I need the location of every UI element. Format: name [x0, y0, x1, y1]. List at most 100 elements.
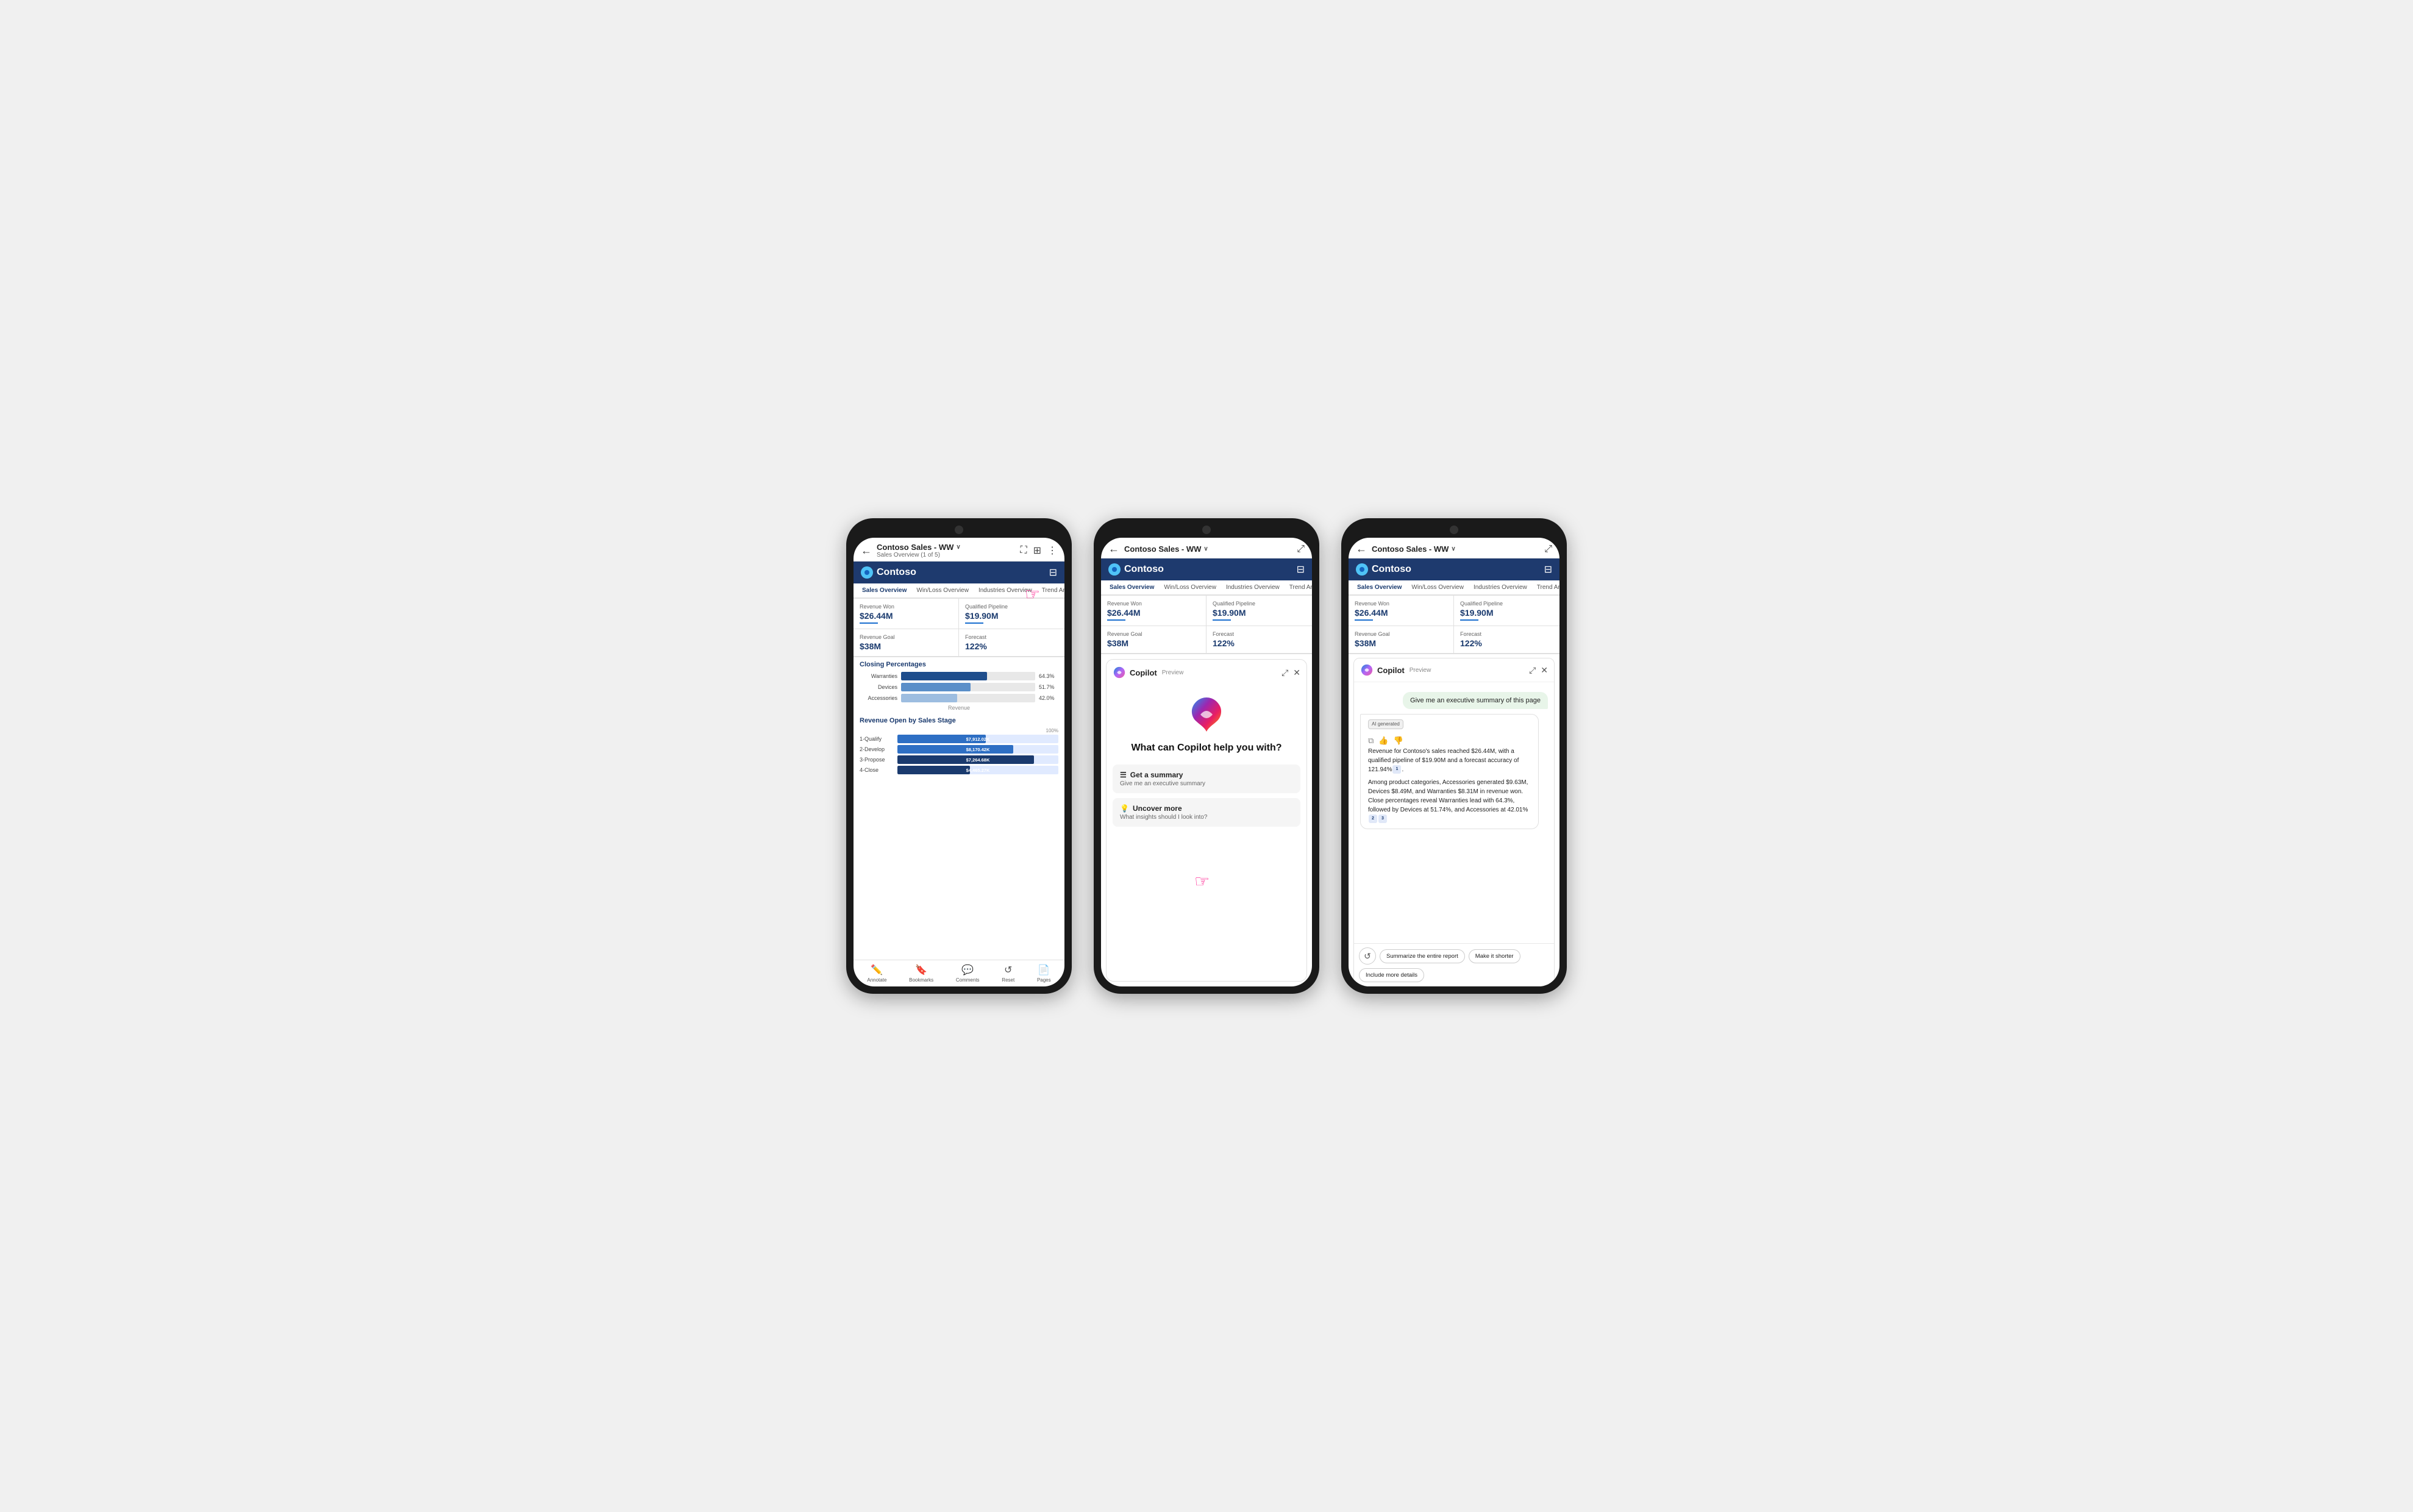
- bar-chart: Warranties 64.3% Devices 51.7% Accessori…: [854, 669, 1064, 713]
- tab-winloss[interactable]: Win/Loss Overview: [1406, 580, 1469, 596]
- metric-value: 122%: [1460, 638, 1553, 648]
- nav-reset[interactable]: ↺ Reset: [1002, 964, 1014, 983]
- contoso-header: Contoso ⊟: [1101, 558, 1312, 580]
- stacked-label: 3-Propose: [860, 757, 895, 763]
- expand-icon[interactable]: ⤢: [1297, 544, 1305, 555]
- copilot-option-summary[interactable]: ☰ Get a summary Give me an executive sum…: [1113, 765, 1300, 793]
- tab-sales-overview[interactable]: Sales Overview: [1352, 580, 1406, 596]
- stacked-value: $4,465.27K: [966, 768, 990, 773]
- nav-label: Reset: [1002, 977, 1014, 983]
- contoso-logo: Contoso: [861, 566, 916, 579]
- summarize-report-button[interactable]: Summarize the entire report: [1380, 949, 1465, 963]
- layers-icon[interactable]: ⊞: [1033, 544, 1041, 557]
- nav-comments[interactable]: 💬 Comments: [956, 964, 980, 983]
- tab-industries[interactable]: Industries Overview: [1221, 580, 1285, 596]
- stacked-fill: [897, 745, 1013, 754]
- bar-pct: 64.3%: [1039, 673, 1058, 679]
- filter-icon[interactable]: ⊟: [1049, 566, 1057, 579]
- bar-row-devices: Devices 51.7%: [860, 683, 1058, 691]
- expand-icon[interactable]: ⛶: [1020, 545, 1027, 556]
- phone-1-notch: [955, 526, 963, 534]
- make-shorter-button[interactable]: Make it shorter: [1469, 949, 1520, 963]
- metric-qualified-pipeline: Qualified Pipeline $19.90M: [959, 599, 1064, 629]
- phone-1-screen: ← Contoso Sales - WW ∨ Sales Overview (1…: [854, 538, 1064, 986]
- title-area: Contoso Sales - WW ∨ Sales Overview (1 o…: [877, 543, 1015, 558]
- tab-trend[interactable]: Trend Analytics: [1532, 580, 1559, 596]
- metric-value: 122%: [1213, 638, 1306, 648]
- copilot-icon: [1360, 663, 1374, 677]
- citation-2: 2: [1369, 815, 1377, 823]
- option-title: ☰ Get a summary: [1120, 771, 1293, 779]
- tab-winloss[interactable]: Win/Loss Overview: [911, 583, 974, 599]
- expand-icon[interactable]: ⤢: [1544, 544, 1552, 555]
- refresh-button[interactable]: ↺: [1359, 947, 1376, 965]
- option-subtitle: What insights should I look into?: [1120, 814, 1293, 821]
- nav-annotate[interactable]: ✏️ Annotate: [867, 964, 886, 983]
- stacked-value: $7,912.02K: [966, 736, 990, 742]
- metric-revenue-goal: Revenue Goal $38M: [854, 629, 959, 657]
- filter-icon[interactable]: ⊟: [1544, 563, 1552, 576]
- top-icons: ⛶ ⊞ ⋮: [1020, 544, 1057, 557]
- closing-section-header: Closing Percentages: [854, 657, 1064, 669]
- tab-sales-overview[interactable]: Sales Overview: [1105, 580, 1159, 596]
- metric-forecast: Forecast 122%: [1206, 626, 1312, 654]
- ai-badge: AI generated: [1368, 719, 1403, 729]
- phone-2-screen: ← Contoso Sales - WW ∨ ⤢ Contoso: [1101, 538, 1312, 986]
- back-button[interactable]: ←: [861, 544, 872, 557]
- metric-underline: [1213, 619, 1231, 621]
- ai-response-p1: Revenue for Contoso's sales reached $26.…: [1368, 747, 1531, 774]
- copilot-option-uncover[interactable]: 💡 Uncover more What insights should I lo…: [1113, 798, 1300, 827]
- metric-revenue-won: Revenue Won $26.44M: [1349, 596, 1454, 626]
- back-button[interactable]: ←: [1108, 543, 1119, 555]
- ai-action-icons: ⧉ 👍 👎: [1368, 735, 1531, 747]
- tab-industries[interactable]: Industries Overview: [974, 583, 1037, 599]
- copilot-chat-header: Copilot Preview ⤢ ✕: [1354, 658, 1554, 682]
- contoso-logo: Contoso: [1356, 563, 1411, 576]
- metric-revenue-won: Revenue Won $26.44M: [854, 599, 959, 629]
- copilot-logo-big: [1187, 695, 1226, 734]
- chevron-down-icon: ∨: [956, 544, 960, 551]
- thumbs-down-icon[interactable]: 👎: [1393, 735, 1403, 747]
- phone-2: ← Contoso Sales - WW ∨ ⤢ Contoso: [1094, 518, 1319, 994]
- expand-copilot-icon[interactable]: ⤢: [1281, 668, 1288, 678]
- tab-industries[interactable]: Industries Overview: [1469, 580, 1532, 596]
- tab-winloss[interactable]: Win/Loss Overview: [1159, 580, 1221, 596]
- bottom-actions: ↺ Summarize the entire report Make it sh…: [1354, 943, 1554, 986]
- thumbs-up-icon[interactable]: 👍: [1378, 735, 1388, 747]
- tab-sales-overview[interactable]: Sales Overview: [857, 583, 911, 599]
- metric-underline: [1107, 619, 1125, 621]
- tab-trend[interactable]: Trend Analytics: [1285, 580, 1312, 596]
- contoso-header: Contoso ⊟: [1349, 558, 1559, 580]
- include-more-details-button[interactable]: Include more details: [1359, 968, 1424, 982]
- nav-pages[interactable]: 📄 Pages: [1037, 964, 1051, 983]
- phone-3: ← Contoso Sales - WW ∨ ⤢ Contoso: [1341, 518, 1567, 994]
- stacked-label: 1-Qualify: [860, 736, 895, 742]
- copilot-label: Copilot: [1130, 668, 1157, 677]
- close-copilot-icon[interactable]: ✕: [1541, 665, 1548, 676]
- back-button[interactable]: ←: [1356, 543, 1367, 555]
- more-icon[interactable]: ⋮: [1047, 544, 1057, 557]
- ai-response-p2: Among product categories, Accessories ge…: [1368, 778, 1531, 824]
- tab-trend[interactable]: Trend Analytics: [1037, 583, 1064, 599]
- metric-label: Revenue Won: [860, 604, 952, 610]
- metric-label: Revenue Won: [1107, 601, 1200, 607]
- stacked-row-propose: 3-Propose $7,264.68K: [860, 755, 1058, 764]
- chevron-down-icon: ∨: [1203, 546, 1208, 552]
- nav-label: Annotate: [867, 977, 886, 983]
- metric-underline: [1460, 619, 1478, 621]
- bar-track: [901, 672, 1035, 680]
- bar-track: [901, 683, 1035, 691]
- metric-label: Revenue Won: [1355, 601, 1447, 607]
- metric-label: Revenue Goal: [860, 634, 952, 640]
- copilot-title-row: Copilot Preview: [1113, 666, 1183, 679]
- metric-revenue-won: Revenue Won $26.44M: [1101, 596, 1206, 626]
- nav-bookmarks[interactable]: 🔖 Bookmarks: [909, 964, 933, 983]
- chart-xlabel: Revenue: [860, 705, 1058, 711]
- copy-icon[interactable]: ⧉: [1368, 735, 1374, 747]
- metrics-grid: Revenue Won $26.44M Qualified Pipeline $…: [1349, 596, 1559, 654]
- close-copilot-icon[interactable]: ✕: [1293, 668, 1300, 678]
- metric-qualified-pipeline: Qualified Pipeline $19.90M: [1206, 596, 1312, 626]
- expand-copilot-icon[interactable]: ⤢: [1529, 665, 1536, 676]
- pct-bar-header: 100%: [860, 728, 1058, 733]
- filter-icon[interactable]: ⊟: [1297, 563, 1305, 576]
